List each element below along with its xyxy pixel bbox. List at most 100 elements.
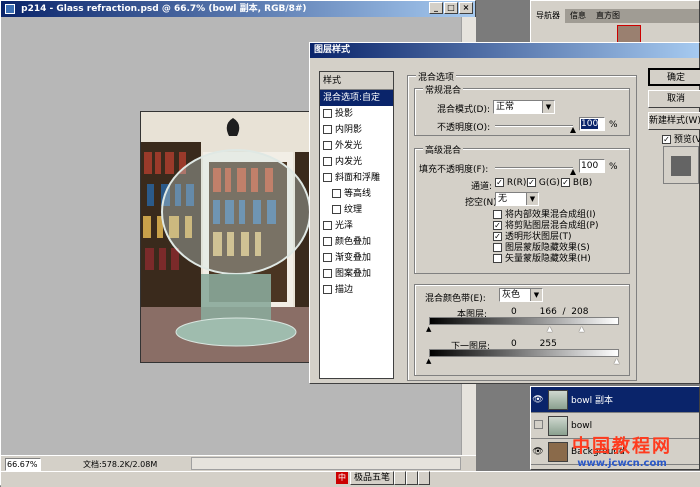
minimize-button[interactable]: _: [429, 2, 443, 14]
style-item[interactable]: 描边: [320, 282, 393, 298]
style-item[interactable]: 外发光: [320, 138, 393, 154]
cancel-button[interactable]: 取消: [648, 90, 700, 108]
watermark-title: 中国教程网: [572, 436, 672, 457]
general-blending-title: 常规混合: [423, 83, 464, 96]
document-title-bar[interactable]: p214 - Glass refraction.psd @ 66.7% (bow…: [1, 1, 475, 17]
visibility-eye-icon[interactable]: 👁: [531, 447, 545, 457]
channel-r[interactable]: ✓ R(R): [495, 178, 526, 188]
knockout-select[interactable]: 无 ▼: [495, 192, 539, 206]
advanced-option[interactable]: 将内部效果混合成组(I): [493, 210, 598, 221]
style-checkbox[interactable]: [323, 141, 332, 150]
opacity-label: 不透明度(O):: [437, 123, 491, 133]
style-item[interactable]: 颜色叠加: [320, 234, 393, 250]
style-checkbox[interactable]: [332, 189, 341, 198]
canvas-image[interactable]: [140, 111, 310, 363]
advanced-option[interactable]: 矢量蒙版隐藏效果(H): [493, 254, 598, 265]
advanced-option-label: 图层蒙版隐藏效果(S): [505, 243, 590, 253]
advanced-option-checkbox[interactable]: [493, 243, 502, 252]
ime-button[interactable]: [418, 471, 431, 485]
advanced-option-checkbox[interactable]: ✓: [493, 221, 502, 230]
zoom-field[interactable]: 66.67%: [5, 458, 41, 471]
this-layer-gradient[interactable]: [429, 317, 619, 325]
chevron-down-icon: ▼: [530, 289, 542, 301]
advanced-option[interactable]: 图层蒙版隐藏效果(S): [493, 243, 598, 254]
channels-label: 通道:: [471, 182, 493, 192]
ok-button[interactable]: 确定: [648, 68, 700, 86]
advanced-option[interactable]: ✓ 将剪贴图层混合成组(P): [493, 221, 598, 232]
style-item-label: 内发光: [335, 157, 363, 167]
style-item[interactable]: 混合选项:自定: [320, 90, 393, 106]
ime-button[interactable]: [394, 471, 407, 485]
channel-g[interactable]: ✓ G(G): [527, 178, 560, 188]
blend-mode-select[interactable]: 正常 ▼: [493, 100, 555, 114]
below-layer-gradient[interactable]: [429, 349, 619, 357]
tab-histogram[interactable]: 直方图: [591, 9, 625, 23]
channel-b[interactable]: ✓ B(B): [561, 178, 592, 188]
advanced-option-checkbox[interactable]: [493, 254, 502, 263]
style-item[interactable]: 投影: [320, 106, 393, 122]
layer-row-selected[interactable]: 👁 bowl 副本: [531, 387, 699, 413]
channel-g-checkbox[interactable]: ✓: [527, 178, 536, 187]
maximize-button[interactable]: □: [444, 2, 458, 14]
navigator-thumbnail[interactable]: [617, 25, 641, 43]
styles-header[interactable]: 样式: [320, 72, 393, 90]
style-checkbox[interactable]: [323, 269, 332, 278]
style-item-label: 内阴影: [335, 125, 363, 135]
channel-b-checkbox[interactable]: ✓: [561, 178, 570, 187]
fill-opacity-input[interactable]: 100: [579, 159, 605, 173]
preview-checkbox-box[interactable]: ✓: [662, 135, 671, 144]
style-checkbox[interactable]: [323, 125, 332, 134]
close-button[interactable]: ×: [459, 2, 473, 14]
channel-r-checkbox[interactable]: ✓: [495, 178, 504, 187]
advanced-option-label: 将剪贴图层混合成组(P): [505, 221, 599, 231]
blend-if-select[interactable]: 灰色 ▼: [499, 288, 543, 302]
visibility-box-icon[interactable]: [531, 419, 545, 432]
style-item[interactable]: 内阴影: [320, 122, 393, 138]
fill-opacity-percent: %: [609, 162, 618, 172]
advanced-options: 将内部效果混合成组(I) ✓ 将剪贴图层混合成组(P) ✓ 透明形状图层(T) 图层蒙版隐…: [493, 210, 598, 265]
ime-button[interactable]: [406, 471, 419, 485]
style-item[interactable]: 内发光: [320, 154, 393, 170]
advanced-blending-title: 高级混合: [423, 143, 464, 156]
below-layer-black-thumb[interactable]: ▲: [426, 357, 431, 365]
fill-opacity-slider[interactable]: [495, 167, 573, 169]
this-layer-split-thumb-left[interactable]: ▲: [547, 325, 552, 333]
style-checkbox[interactable]: [332, 205, 341, 214]
style-checkbox[interactable]: [323, 221, 332, 230]
this-layer-split-thumb-right[interactable]: ▲: [579, 325, 584, 333]
style-checkbox[interactable]: [323, 285, 332, 294]
style-item-label: 斜面和浮雕: [335, 173, 381, 183]
this-layer-black-thumb[interactable]: ▲: [426, 325, 431, 333]
opacity-slider-thumb[interactable]: [570, 127, 576, 133]
chevron-down-icon: ▼: [542, 101, 554, 113]
advanced-option-checkbox[interactable]: ✓: [493, 232, 502, 241]
style-checkbox[interactable]: [323, 109, 332, 118]
opacity-slider[interactable]: [495, 125, 573, 127]
advanced-option-checkbox[interactable]: [493, 210, 502, 219]
dialog-title-bar[interactable]: 图层样式: [310, 43, 699, 58]
style-checkbox[interactable]: [323, 157, 332, 166]
style-item[interactable]: 图案叠加: [320, 266, 393, 282]
style-item[interactable]: 斜面和浮雕: [320, 170, 393, 186]
visibility-eye-icon[interactable]: 👁: [531, 395, 545, 405]
ime-name[interactable]: 极品五笔: [350, 471, 395, 485]
style-item[interactable]: 纹理: [320, 202, 393, 218]
horizontal-scrollbar[interactable]: [191, 457, 461, 470]
ime-logo-icon[interactable]: 中: [336, 472, 348, 484]
advanced-option[interactable]: ✓ 透明形状图层(T): [493, 232, 598, 243]
style-checkbox[interactable]: [323, 237, 332, 246]
tab-info[interactable]: 信息: [565, 9, 591, 23]
style-item[interactable]: 渐变叠加: [320, 250, 393, 266]
tab-navigator[interactable]: 导航器: [531, 9, 565, 23]
opacity-input[interactable]: 100: [579, 117, 605, 131]
style-item[interactable]: 等高线: [320, 186, 393, 202]
style-item-label: 描边: [335, 285, 354, 295]
new-style-button[interactable]: 新建样式(W)...: [648, 112, 700, 130]
style-checkbox[interactable]: [323, 253, 332, 262]
preview-checkbox[interactable]: ✓ 预览(V): [662, 132, 700, 145]
below-layer-white-thumb[interactable]: ▲: [614, 357, 619, 365]
style-item[interactable]: 光泽: [320, 218, 393, 234]
advanced-option-label: 将内部效果混合成组(I): [505, 210, 596, 220]
fill-opacity-slider-thumb[interactable]: [570, 169, 576, 175]
style-checkbox[interactable]: [323, 173, 332, 182]
